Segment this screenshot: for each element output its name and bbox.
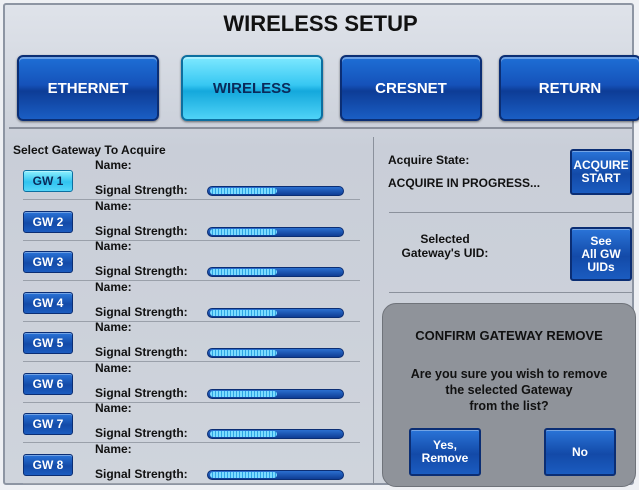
gateway-row: GW 3 Name: Signal Strength:: [15, 239, 360, 281]
yes-remove-line2: Remove: [421, 451, 469, 465]
gateway-name-label: Name:: [95, 198, 132, 213]
signal-strength-meter: [207, 469, 344, 480]
acquire-start-button[interactable]: ACQUIRE START: [570, 149, 632, 195]
confirm-title: CONFIRM GATEWAY REMOVE: [415, 328, 603, 343]
gateway-row: GW 4 Name: Signal Strength:: [15, 279, 360, 322]
signal-strength-fill: [210, 390, 277, 397]
signal-strength-meter: [207, 429, 344, 439]
gateway-button-3[interactable]: GW 3: [23, 251, 73, 273]
confirm-message-line2: the selected Gateway: [445, 383, 573, 397]
nav-ethernet-button[interactable]: ETHERNET: [17, 55, 159, 121]
gateway-row: GW 1 Name: Signal Strength:: [15, 158, 360, 200]
signal-strength-meter: [207, 388, 344, 399]
no-button[interactable]: No: [544, 428, 616, 476]
selected-uid-label-line1: Selected: [420, 232, 470, 246]
see-all-uids-button[interactable]: See All GW UIDs: [570, 227, 632, 281]
signal-strength-fill: [210, 350, 277, 356]
selected-uid-label: Selected Gateway's UID:: [390, 232, 500, 260]
signal-strength-fill: [210, 309, 277, 316]
signal-strength-label: Signal Strength:: [95, 426, 188, 440]
gateway-button-6[interactable]: GW 6: [23, 372, 73, 395]
gateway-list-heading: Select Gateway To Acquire: [13, 143, 166, 157]
nav-return-button[interactable]: RETURN: [499, 55, 639, 121]
gateway-name-label: Name:: [95, 279, 132, 294]
gateway-row: GW 5 Name: Signal Strength:: [15, 320, 360, 362]
gateway-name-label: Name:: [95, 360, 132, 375]
gateway-name-label: Name:: [95, 401, 132, 415]
acquire-separator: [389, 212, 632, 213]
signal-strength-meter: [207, 267, 344, 277]
signal-strength-label: Signal Strength:: [95, 183, 188, 197]
see-all-uids-line1: See: [590, 233, 612, 248]
gateway-button-1[interactable]: GW 1: [23, 170, 73, 192]
gateway-button-5[interactable]: GW 5: [23, 332, 73, 354]
row-separator: [23, 482, 360, 484]
acquire-start-line2: START: [581, 171, 621, 185]
signal-strength-meter: [207, 307, 344, 318]
yes-remove-button[interactable]: Yes, Remove: [409, 428, 481, 476]
gateway-name-label: Name:: [95, 320, 132, 334]
page-title: WIRELESS SETUP: [223, 11, 418, 36]
nav-wireless-button[interactable]: WIRELESS: [181, 55, 323, 121]
gateway-row: GW 2 Name: Signal Strength:: [15, 198, 360, 241]
gateway-name-label: Name:: [95, 158, 132, 172]
gateway-row: GW 8 Name: Signal Strength:: [15, 441, 360, 484]
signal-strength-meter: [207, 348, 344, 358]
no-button-label: No: [572, 444, 588, 459]
vertical-divider: [373, 137, 374, 485]
acquire-state-value: ACQUIRE IN PROGRESS...: [388, 176, 541, 190]
gateway-button-2[interactable]: GW 2: [23, 210, 73, 233]
gateway-row: GW 6 Name: Signal Strength:: [15, 360, 360, 403]
signal-strength-meter: [207, 226, 344, 237]
wireless-setup-panel: WIRELESS SETUP ETHERNET WIRELESS CRESNET…: [3, 3, 639, 487]
gateway-button-4[interactable]: GW 4: [23, 291, 73, 314]
signal-strength-fill: [210, 188, 277, 194]
signal-strength-label: Signal Strength:: [95, 385, 188, 400]
confirm-message-line3: from the list?: [469, 399, 549, 413]
uid-separator: [389, 292, 632, 293]
signal-strength-fill: [210, 471, 277, 478]
signal-strength-label: Signal Strength:: [95, 345, 188, 359]
selected-uid-label-line2: Gateway's UID:: [401, 246, 489, 260]
gateway-name-label: Name:: [95, 239, 132, 253]
signal-strength-fill: [210, 269, 277, 275]
confirm-message: Are you sure you wish to remove the sele…: [383, 366, 635, 414]
confirm-remove-dialog: CONFIRM GATEWAY REMOVE Are you sure you …: [382, 303, 636, 487]
nav-cresnet-button[interactable]: CRESNET: [340, 55, 482, 121]
signal-strength-fill: [210, 228, 277, 235]
signal-strength-label: Signal Strength:: [95, 223, 188, 238]
signal-strength-meter: [207, 186, 344, 196]
signal-strength-label: Signal Strength:: [95, 466, 188, 481]
gateway-button-8[interactable]: GW 8: [23, 453, 73, 476]
see-all-uids-line3: UIDs: [587, 259, 615, 274]
gateway-name-label: Name:: [95, 441, 132, 456]
gateway-row: GW 7 Name: Signal Strength:: [15, 401, 360, 443]
see-all-uids-line2: All GW: [581, 246, 621, 261]
confirm-message-line1: Are you sure you wish to remove: [410, 367, 608, 381]
acquire-state-label: Acquire State:: [388, 153, 470, 167]
gateway-button-7[interactable]: GW 7: [23, 413, 73, 435]
nav-bar: ETHERNET WIRELESS CRESNET RETURN: [9, 47, 639, 129]
signal-strength-fill: [210, 431, 277, 437]
signal-strength-label: Signal Strength:: [95, 264, 188, 278]
signal-strength-label: Signal Strength:: [95, 304, 188, 319]
